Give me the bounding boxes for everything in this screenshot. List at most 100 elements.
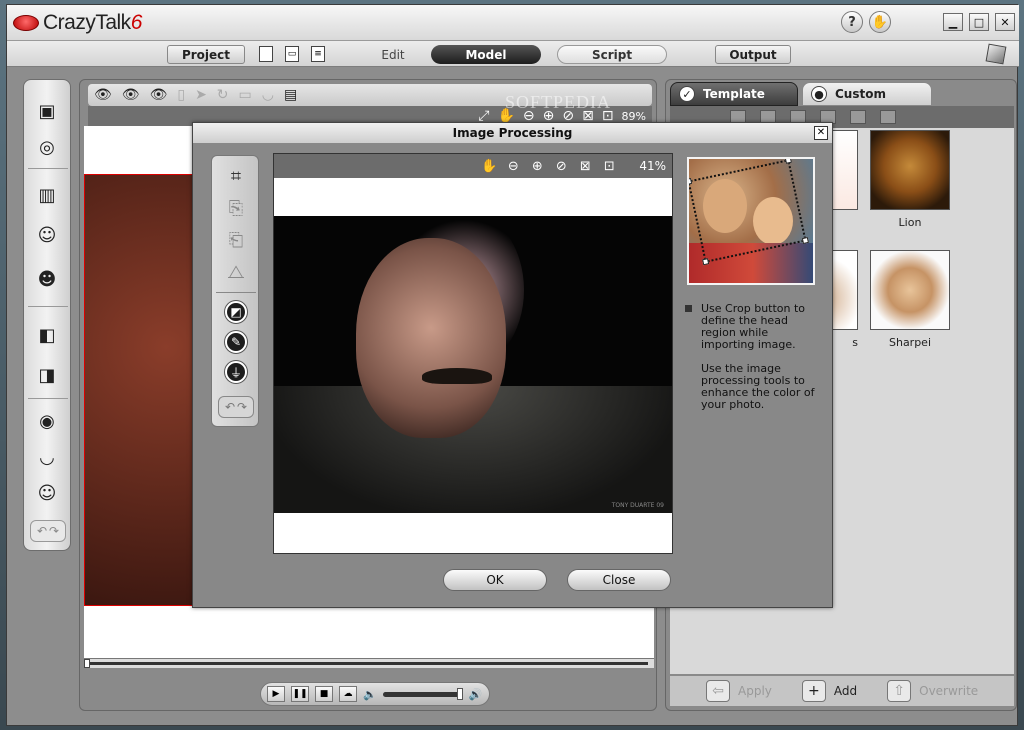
play-icon[interactable]: ▶ [267, 686, 285, 702]
separator [28, 168, 68, 169]
model-button[interactable]: Model [431, 45, 541, 64]
left-toolbar: ▣ ◎ ▥ ☺ ☻ ◧ ◨ ◉ ◡ ☺ ↶ ↷ [23, 79, 71, 551]
minimize-button[interactable]: ▁ [943, 13, 963, 31]
close-button[interactable]: ✕ [995, 13, 1015, 31]
dialog-redo-icon[interactable]: ↷ [237, 400, 247, 414]
eye-icon[interactable]: ◉ [32, 406, 62, 436]
help-tools-text: Use the image processing tools to enhanc… [701, 362, 815, 411]
tab-template[interactable]: ✓ Template [670, 82, 798, 106]
pointer-icon[interactable]: ➤ [195, 87, 207, 103]
help-crop-text: Use Crop button to define the head regio… [701, 302, 806, 351]
save-icon[interactable]: ≡ [311, 46, 325, 62]
dialog-close-icon[interactable]: ✕ [814, 126, 828, 140]
preview-icon[interactable]: ▤ [284, 87, 297, 103]
dialog-toolbar: ⌗ ⎘ ⎗ ⧍ ◩ ✎ ⏚ ↶ ↷ [211, 155, 259, 427]
eye-view-icon[interactable]: 👁 [94, 87, 112, 103]
rotate-image-icon[interactable]: ⎘ [222, 194, 250, 222]
viewport-zoom-value: 89% [621, 109, 646, 123]
undo-redo-group: ↶ ↷ [30, 520, 66, 542]
mask-edit-icon[interactable]: ◧ [32, 320, 62, 350]
cube-icon[interactable] [985, 43, 1007, 65]
crop-icon[interactable]: ⌗ [222, 162, 250, 190]
volume-low-icon: 🔈 [363, 687, 377, 701]
webcam-icon[interactable]: ◎ [32, 132, 62, 162]
filter-button[interactable]: ⏚ [222, 358, 250, 386]
new-file-icon[interactable] [259, 46, 273, 62]
tab-template-label: Template [703, 87, 765, 101]
page-icon[interactable]: ▯ [177, 87, 185, 103]
lips-icon[interactable]: ◡ [262, 87, 274, 103]
pause-icon[interactable]: ❚❚ [291, 686, 309, 702]
sharpei-label: Sharpei [888, 336, 932, 349]
dialog-undo-redo: ↶ ↷ [218, 396, 254, 418]
open-folder-icon[interactable]: ▭ [285, 46, 299, 62]
fit-icon[interactable]: ⊠ [577, 158, 593, 174]
brand-name: CrazyTalk [43, 11, 131, 34]
help-text: Use Crop button to define the head regio… [685, 302, 819, 411]
wrench-icon: ✎ [225, 331, 247, 353]
preview-zoom-value: 41% [639, 159, 666, 173]
portrait-head [356, 238, 506, 438]
rotate-icon[interactable]: ↻ [217, 87, 229, 103]
overwrite-button[interactable]: ⇧ Overwrite [887, 680, 978, 702]
main-menu: Project ▭ ≡ Edit Model Script Output [7, 41, 1019, 67]
delete-icon[interactable] [880, 110, 896, 124]
image-import-icon[interactable]: ▣ [32, 96, 62, 126]
sharpei-thumbnail[interactable] [870, 250, 950, 330]
zoom-in-icon[interactable]: ⊕ [529, 158, 545, 174]
project-button[interactable]: Project [167, 45, 245, 64]
apply-button[interactable]: ⇦ Apply [706, 680, 772, 702]
actual-size-icon[interactable]: ⊡ [601, 158, 617, 174]
close-dialog-button[interactable]: Close [567, 569, 671, 591]
levels-button[interactable]: ◩ [222, 298, 250, 326]
apply-icon: ⇦ [706, 680, 730, 702]
separator [216, 292, 256, 293]
image-preview[interactable]: ✋ ⊖ ⊕ ⊘ ⊠ ⊡ 41% TONY DUARTE 09 [273, 153, 673, 554]
stop-icon[interactable]: ■ [315, 686, 333, 702]
idle-motion-icon[interactable]: ☁ [339, 686, 357, 702]
crop-handle [784, 159, 792, 164]
title-controls: ? ✋ ▁ □ ✕ [841, 11, 1015, 33]
flip-icon[interactable]: ⧍ [222, 258, 250, 286]
app-brand: CrazyTalk6 [43, 11, 142, 35]
timeline-track [88, 662, 648, 665]
ok-button[interactable]: OK [443, 569, 547, 591]
help-button[interactable]: ? [841, 11, 863, 33]
hand-icon[interactable]: ✋ [481, 158, 497, 174]
timeline[interactable] [84, 658, 654, 668]
tab-custom[interactable]: ● Custom [802, 82, 932, 106]
undo-icon[interactable]: ↶ [37, 524, 47, 538]
document-icon[interactable]: ▭ [239, 87, 252, 103]
rotate-left-icon[interactable]: ⎗ [222, 226, 250, 254]
timeline-knob[interactable] [84, 659, 90, 668]
portrait-photo: TONY DUARTE 09 [274, 216, 672, 513]
zoom-out-icon[interactable]: ⊖ [505, 158, 521, 174]
watermark: SOFTPEDIA [505, 92, 612, 112]
crop-handle [702, 258, 710, 266]
dialog-undo-icon[interactable]: ↶ [225, 400, 235, 414]
tools-button[interactable]: ✋ [869, 11, 891, 33]
eye-view-3-icon[interactable]: 👁 [150, 87, 168, 103]
view-mode-icon[interactable] [850, 110, 866, 124]
volume-slider[interactable] [382, 687, 463, 700]
face-fitting-icon[interactable]: ☺ [32, 220, 62, 250]
teeth-icon[interactable]: ◡ [32, 442, 62, 472]
output-button[interactable]: Output [715, 45, 791, 64]
volume-high-icon: 🔊 [468, 687, 483, 701]
volume-knob[interactable] [456, 687, 463, 700]
reset-zoom-icon[interactable]: ⊘ [553, 158, 569, 174]
face-orientation-icon[interactable]: ☻ [32, 264, 62, 294]
app-logo: CrazyTalk6 [13, 11, 142, 35]
add-button[interactable]: + Add [801, 680, 857, 702]
background-icon[interactable]: ◨ [32, 360, 62, 390]
maximize-button[interactable]: □ [969, 13, 989, 31]
edit-button[interactable]: Edit [367, 45, 419, 64]
preview-toolbar: ✋ ⊖ ⊕ ⊘ ⊠ ⊡ 41% [274, 154, 672, 178]
color-adjust-button[interactable]: ✎ [222, 328, 250, 356]
lion-thumbnail[interactable] [870, 130, 950, 210]
image-processing-icon[interactable]: ▥ [32, 180, 62, 210]
head-icon[interactable]: ☺ [32, 478, 62, 508]
script-button[interactable]: Script [557, 45, 667, 64]
redo-icon[interactable]: ↷ [49, 524, 59, 538]
eye-view-2-icon[interactable]: 👁 [122, 87, 140, 103]
